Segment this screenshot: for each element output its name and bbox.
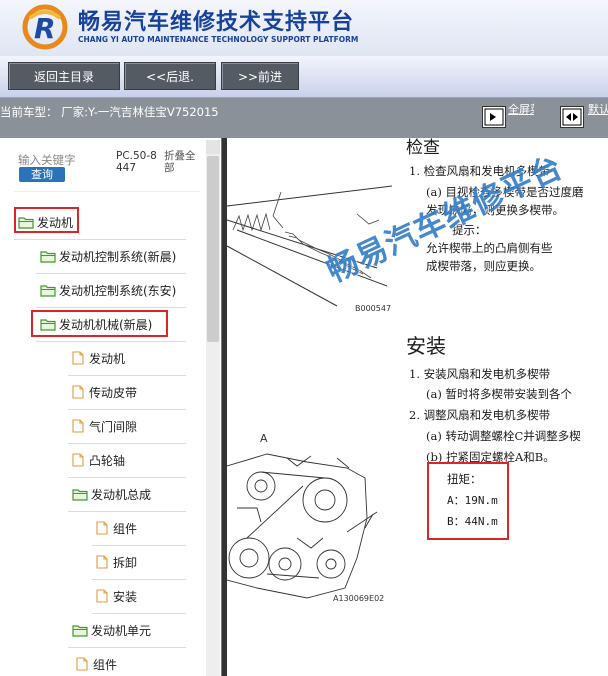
svg-text:R: R [34,12,56,45]
install-step-2a: (a) 转动调整螺栓C并调整多楔 [426,429,581,443]
step-1a-line1: (a) 目视检查多楔带是否过度磨 [426,185,584,199]
image2-code: A130069E02 [333,594,385,603]
hint-line2: 成楔带落，则应更换。 [426,259,541,273]
document-icon [72,419,89,433]
search-button[interactable]: 查询 [19,167,65,182]
install-step-2-title: 2. 调整风扇和发电机多楔带 [409,408,551,422]
folder-icon [40,284,59,297]
document-icon [72,351,89,365]
tree-item-label: 发动机控制系统(新晨) [59,249,177,264]
folder-icon [72,488,91,501]
scroll-up-arrow-icon[interactable] [206,140,220,154]
fullscreen-menu-link[interactable]: 全屏菜单 [508,103,534,116]
fullscreen-icon[interactable] [482,106,506,128]
tree-row-divider [36,341,186,342]
tree-item[interactable]: 气门间隙 [72,416,137,436]
install-step-1a: (a) 暂时将多楔带安装到各个 [426,387,572,401]
tree-row-divider [68,375,186,376]
tree-item[interactable]: 发动机总成 [72,484,151,504]
tree-item-label: 组件 [113,521,138,536]
home-button[interactable]: 返回主目录 [8,62,120,90]
tree-item-label: 发动机控制系统(东安) [59,283,177,298]
install-step-1-title: 1. 安装风扇和发电机多楔带 [409,367,551,381]
step-1-title: 1. 检查风扇和发电机多楔带 [409,164,551,178]
step-1a-line2: 发现缺陷，则更换多楔带。 [426,203,564,217]
document-icon [96,589,113,603]
tree-item[interactable]: 安装 [96,586,137,606]
tree-row-divider [92,545,186,546]
platform-title: 畅易汽车维修技术支持平台 [78,10,355,35]
tree-row-divider [68,409,186,410]
tree-item-label: 安装 [113,589,138,604]
tree-item-label: 发动机总成 [91,487,152,502]
document-icon [96,521,113,535]
image1-code: B000547 [355,304,392,313]
document-icon [72,453,89,467]
folder-icon [40,250,59,263]
tree-item[interactable]: 拆卸 [96,552,137,572]
tree-row-divider [36,307,186,308]
app-window: R 畅易汽车维修技术支持平台 CHANG YI AUTO MAINTENANCE… [0,0,608,676]
belt-inspection-diagram [227,185,392,307]
tree-item[interactable]: 发动机单元 [72,620,151,640]
tree-item[interactable]: 组件 [76,654,117,674]
tree-item-label: 凸轮轴 [89,453,126,468]
tree-item-label: 发动机单元 [91,623,152,638]
tree-item[interactable]: 组件 [96,518,137,538]
tree-row-divider [68,511,186,512]
collapse-all-link[interactable]: 折叠全部 [164,150,202,174]
tree-item[interactable]: 发动机控制系统(新晨) [40,246,176,266]
platform-subtitle: CHANG YI AUTO MAINTENANCE TECHNOLOGY SUP… [78,35,359,44]
tree-item-label: 传动皮带 [89,385,138,400]
tree-row-divider [36,273,186,274]
hint-label: 提示： [452,223,487,237]
engine-belt-adjustment-diagram [227,453,378,599]
tree-item[interactable]: 传动皮带 [72,382,137,402]
tree-row-divider [14,239,186,240]
image2-label: A [260,432,268,445]
highlight-box-engine-mechanical [31,310,168,337]
tree-item-label: 气门间隙 [89,419,138,434]
section-heading-install: 安装 [406,334,446,358]
pc-code: PC.50-8447 [116,150,157,174]
default-view-icon[interactable] [560,106,584,128]
tree-scroll-thumb[interactable] [207,156,219,342]
tree-item[interactable]: 发动机 [72,348,125,368]
chang-yi-logo-icon: R [22,4,68,50]
hint-line1: 允许楔带上的凸肩侧有些 [426,241,553,255]
default-view-link[interactable]: 默认视图 [588,103,608,116]
tree-row-divider [68,477,186,478]
back-button[interactable]: <<后退. [124,62,216,90]
document-icon [96,555,113,569]
tree-item[interactable]: 发动机控制系统(东安) [40,280,176,300]
highlight-box-engine [14,207,79,233]
document-icon [72,385,89,399]
tree-item-label: 组件 [93,657,118,672]
divider [14,191,200,192]
keyword-search-input[interactable] [18,152,106,168]
tree-item[interactable]: 凸轮轴 [72,450,125,470]
tree-row-divider [68,443,186,444]
tree-row-divider [92,579,186,580]
tree-item-label: 发动机 [89,351,126,366]
section-heading-check: 检查 [406,138,440,158]
current-car-model: 当前车型： 厂家:Y-一汽吉林佳宝V752015 [0,105,219,119]
tree-row-divider [92,613,186,614]
document-icon [76,657,93,671]
tree-row-divider [68,647,186,648]
tree-item-label: 拆卸 [113,555,138,570]
highlight-box-torque [427,462,509,540]
forward-button[interactable]: >>前进 [221,62,299,90]
folder-icon [72,624,91,637]
